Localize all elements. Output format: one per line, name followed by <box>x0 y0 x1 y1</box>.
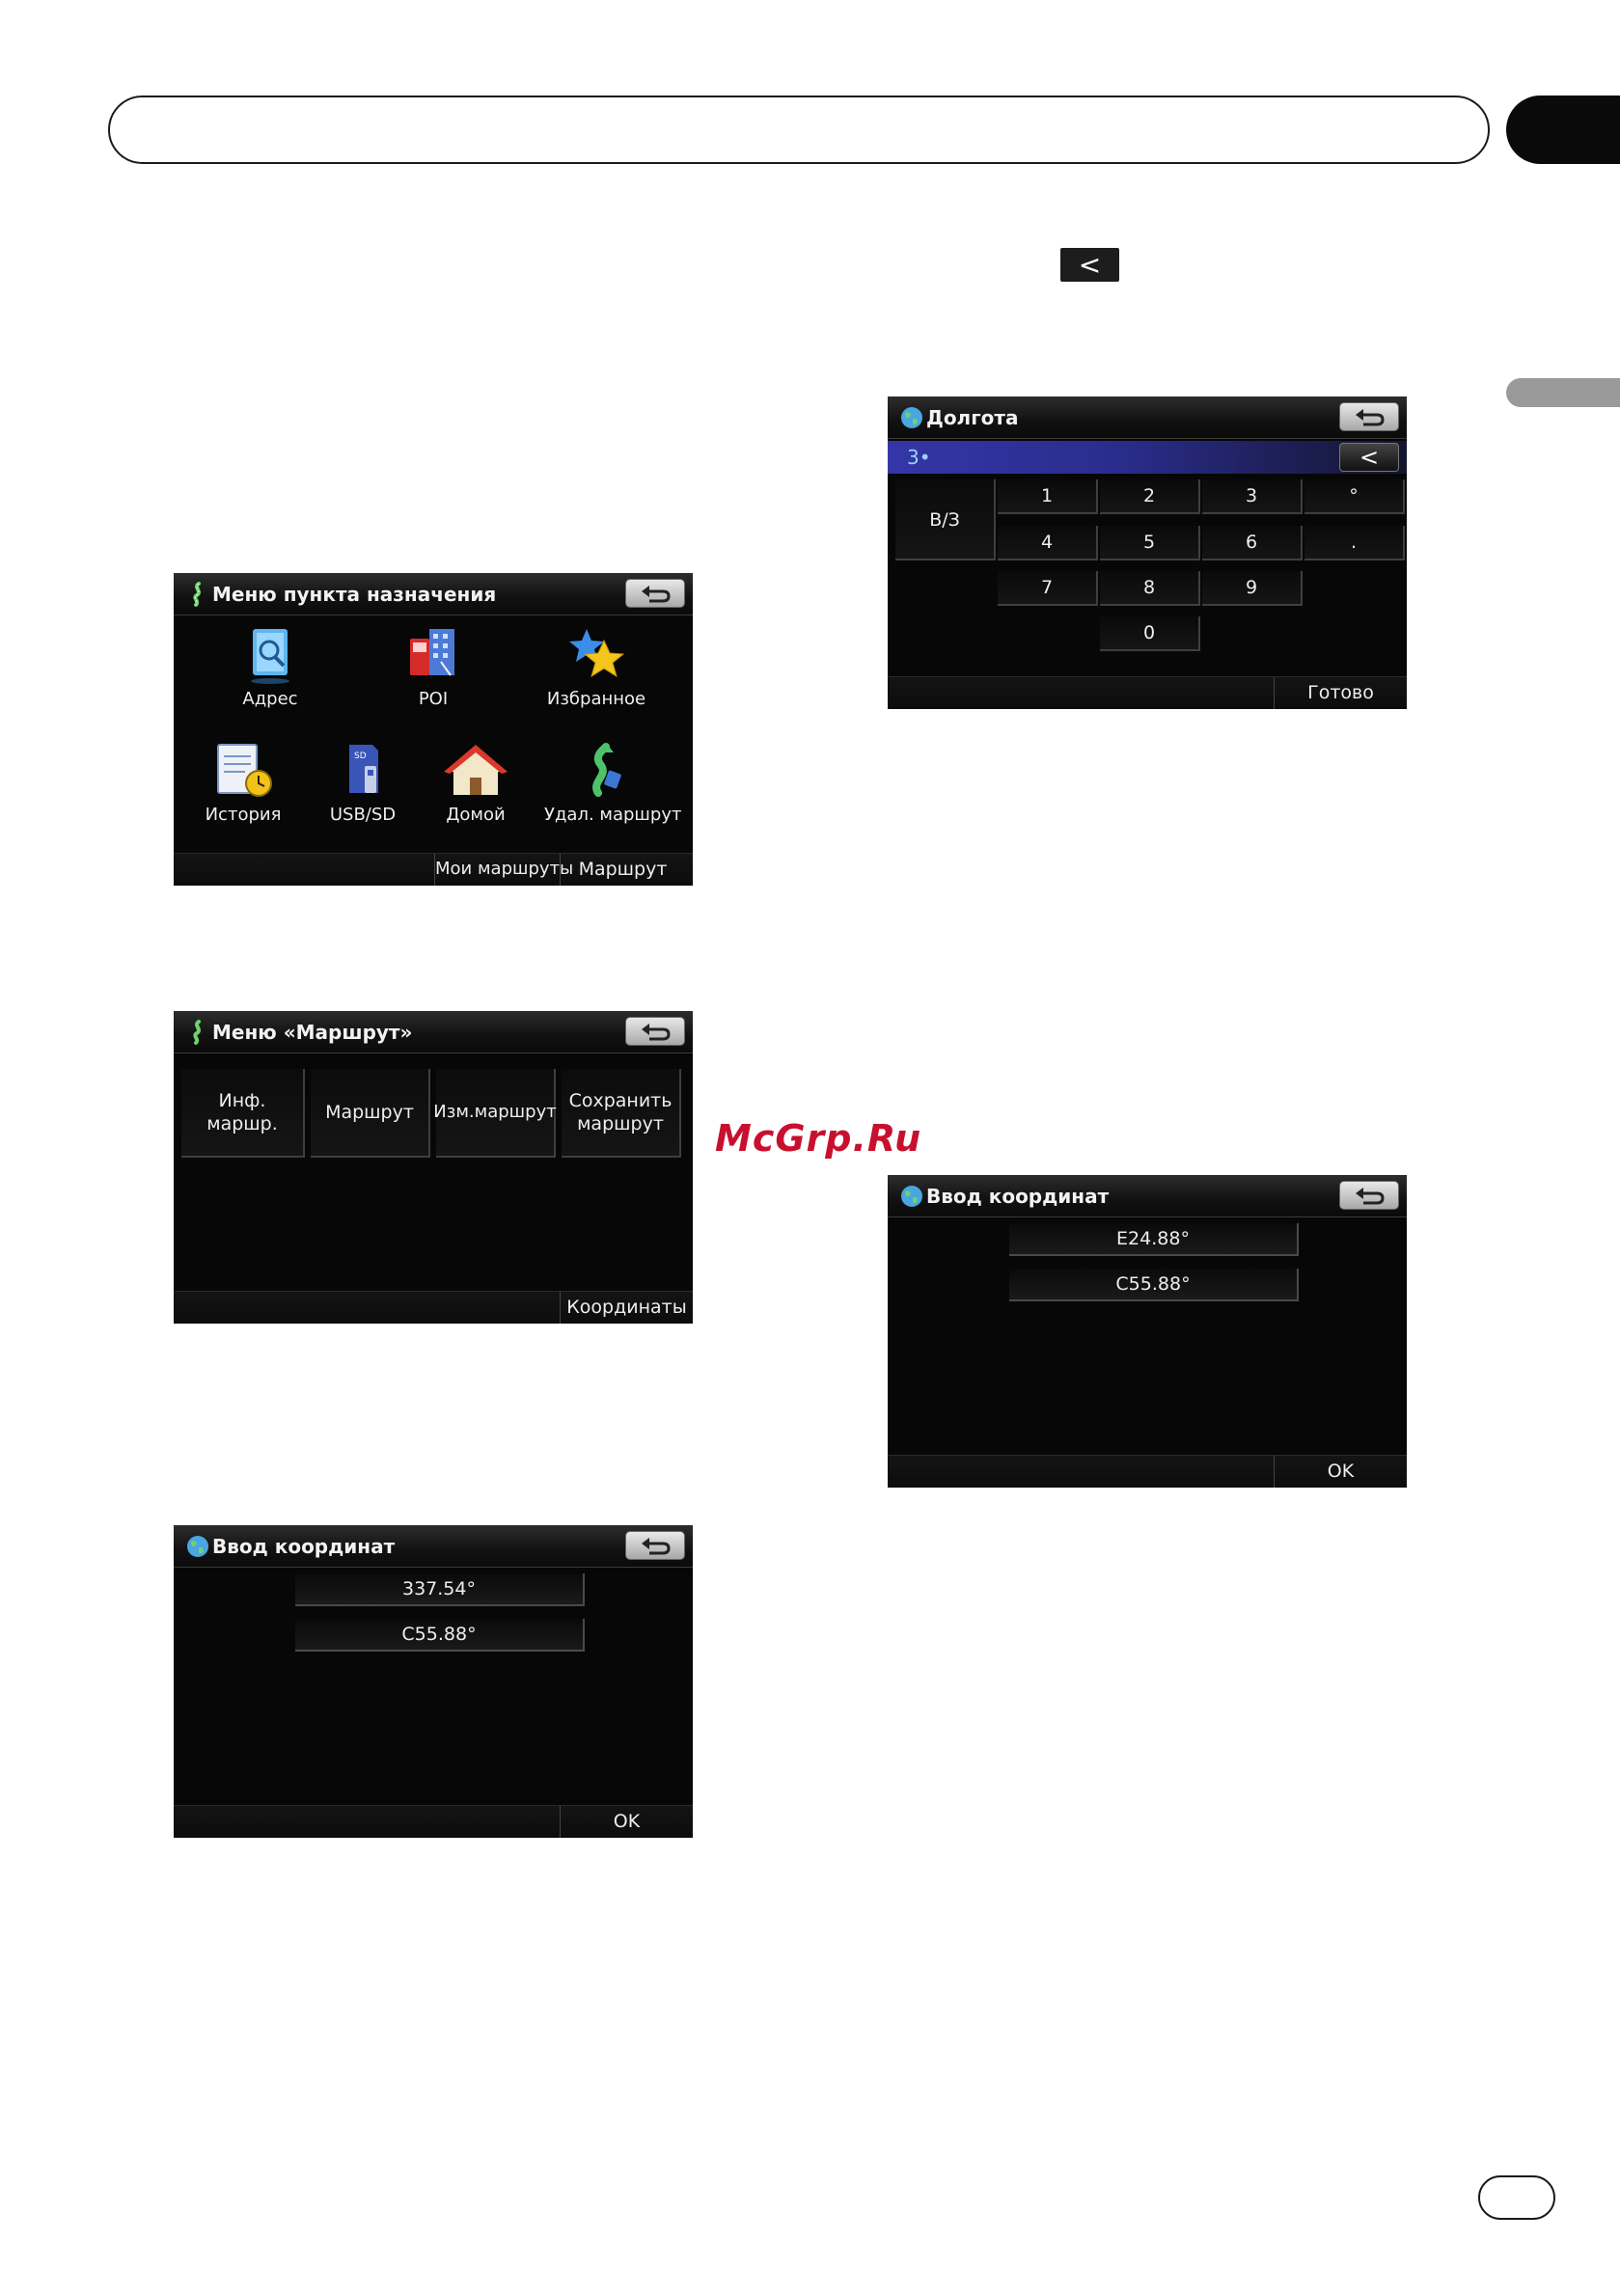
key-7[interactable]: 7 <box>998 571 1098 606</box>
page-number-pill <box>1478 2175 1555 2220</box>
menu-item-label: История <box>205 805 282 825</box>
favorites-stars-icon <box>569 629 625 678</box>
page-header-bar <box>108 96 1490 164</box>
menu-item-label: Избранное <box>546 689 646 709</box>
screen-title: Долгота <box>926 406 1019 429</box>
address-book-icon <box>251 629 289 684</box>
menu-item-poi[interactable]: POI <box>375 625 491 709</box>
key-degree[interactable]: ° <box>1304 479 1405 514</box>
route-button[interactable]: Маршрут <box>560 854 685 886</box>
menu-item-address[interactable]: Адрес <box>212 625 328 709</box>
ok-button[interactable]: OK <box>1274 1456 1407 1488</box>
button-label: Сохранить маршрут <box>568 1090 673 1134</box>
globe-icon <box>901 407 922 428</box>
title-bar: Меню «Маршрут» <box>174 1011 693 1053</box>
longitude-field[interactable]: 337.54° <box>295 1573 585 1606</box>
key-4[interactable]: 4 <box>998 526 1098 560</box>
back-arrow-icon <box>642 1024 671 1041</box>
menu-item-favorites[interactable]: Избранное <box>538 625 654 709</box>
edit-route-button[interactable]: Изм.маршрут <box>433 1069 557 1158</box>
menu-item-delete-route[interactable]: Удал. маршрут <box>544 743 682 825</box>
my-routes-button[interactable]: Мои маршруты <box>434 854 573 886</box>
history-clock-icon <box>217 744 272 797</box>
globe-icon <box>901 1186 922 1207</box>
screen-title: Меню «Маршрут» <box>212 1021 413 1044</box>
key-9[interactable]: 9 <box>1202 571 1303 606</box>
back-arrow-icon <box>642 1538 671 1555</box>
svg-text:SD: SD <box>354 752 367 761</box>
screen-title: Ввод координат <box>926 1185 1110 1208</box>
back-button[interactable] <box>1339 402 1399 431</box>
title-bar: Долгота <box>888 396 1407 439</box>
button-label: Маршрут <box>325 1102 414 1123</box>
sd-card-icon: SD <box>349 745 378 793</box>
globe-icon <box>187 1536 208 1557</box>
menu-item-home[interactable]: Домой <box>418 743 534 825</box>
coordinates-screen-left: Ввод координат 337.54° С55.88° OK <box>174 1525 693 1838</box>
title-bar: Меню пункта назначения <box>174 573 693 615</box>
menu-item-label: USB/SD <box>329 805 397 825</box>
input-field[interactable]: 3• < <box>888 441 1407 474</box>
key-2[interactable]: 2 <box>1100 479 1200 514</box>
longitude-keypad-screen: Долгота 3• < В/З 1 2 3 ° 4 5 6 . 7 8 9 0… <box>888 396 1407 709</box>
route-icon <box>193 1020 201 1045</box>
home-icon <box>444 745 508 795</box>
back-arrow-icon <box>1356 1188 1385 1205</box>
menu-item-label: POI <box>418 689 449 709</box>
title-bar: Ввод координат <box>888 1175 1407 1217</box>
menu-item-label: Удал. маршрут <box>544 805 682 825</box>
language-side-tab <box>1506 378 1620 407</box>
input-value: 3• <box>907 446 931 469</box>
delete-button[interactable]: < <box>1339 443 1399 472</box>
back-button[interactable] <box>625 1017 685 1046</box>
ok-button[interactable]: OK <box>560 1806 693 1838</box>
route-info-button[interactable]: Инф. маршр. <box>181 1069 305 1158</box>
back-button[interactable] <box>625 579 685 608</box>
back-button[interactable] <box>625 1531 685 1560</box>
back-button[interactable] <box>1339 1181 1399 1210</box>
menu-item-label: Адрес <box>242 689 298 709</box>
route-icon <box>193 582 201 607</box>
back-arrow-icon <box>642 586 671 603</box>
bottom-bar: Мои маршруты Маршрут <box>174 853 693 886</box>
key-0[interactable]: 0 <box>1100 616 1200 651</box>
bottom-bar: OK <box>174 1805 693 1838</box>
title-bar: Ввод координат <box>174 1525 693 1568</box>
route-button[interactable]: Маршрут <box>311 1069 430 1158</box>
coordinates-button[interactable]: Координаты <box>560 1292 693 1324</box>
menu-item-label: Домой <box>446 805 506 825</box>
delete-route-icon <box>592 743 621 797</box>
button-label: Инф. маршр. <box>206 1090 278 1134</box>
route-menu-screen: Меню «Маршрут» Инф. маршр. Маршрут Изм.м… <box>174 1011 693 1324</box>
key-8[interactable]: 8 <box>1100 571 1200 606</box>
latitude-field[interactable]: С55.88° <box>295 1619 585 1652</box>
watermark: McGrp.Ru <box>715 1117 922 1160</box>
chapter-tab <box>1506 96 1620 164</box>
coordinates-screen-right: Ввод координат E24.88° С55.88° OK <box>888 1175 1407 1488</box>
bottom-bar: Координаты <box>174 1291 693 1324</box>
back-arrow-icon <box>1356 409 1385 426</box>
key-3[interactable]: 3 <box>1202 479 1303 514</box>
key-6[interactable]: 6 <box>1202 526 1303 560</box>
direction-toggle-key[interactable]: В/З <box>895 479 996 560</box>
save-route-button[interactable]: Сохранить маршрут <box>562 1069 681 1158</box>
done-button[interactable]: Готово <box>1274 677 1407 709</box>
key-5[interactable]: 5 <box>1100 526 1200 560</box>
screen-title: Меню пункта назначения <box>212 583 497 606</box>
button-label: Изм.маршрут <box>433 1102 557 1122</box>
key-dot[interactable]: . <box>1304 526 1405 560</box>
delete-key-illustration: < <box>1060 248 1119 282</box>
screen-title: Ввод координат <box>212 1535 396 1558</box>
key-1[interactable]: 1 <box>998 479 1098 514</box>
menu-item-history[interactable]: История <box>185 743 301 825</box>
latitude-field[interactable]: С55.88° <box>1009 1269 1299 1301</box>
destination-menu-screen: Меню пункта назначения Адрес POI Избранн… <box>174 573 693 886</box>
poi-buildings-icon <box>410 629 454 676</box>
bottom-bar: Готово <box>888 676 1407 709</box>
longitude-field[interactable]: E24.88° <box>1009 1223 1299 1256</box>
bottom-bar: OK <box>888 1455 1407 1488</box>
menu-item-usb-sd[interactable]: SD USB/SD <box>305 743 421 825</box>
